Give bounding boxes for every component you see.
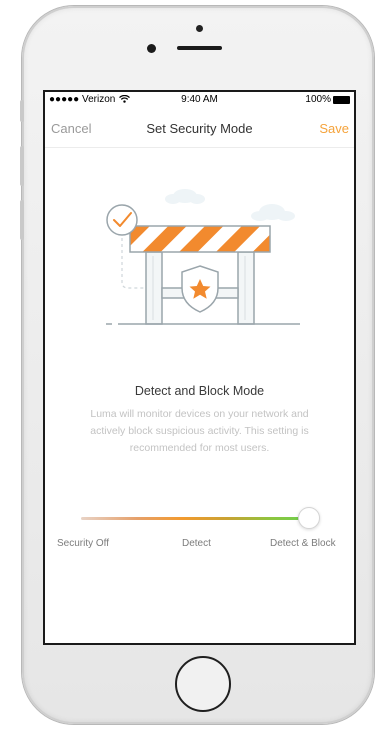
cloud-icon <box>165 189 205 204</box>
front-camera <box>147 44 156 53</box>
security-level-slider-track[interactable] <box>81 517 306 520</box>
page-title: Set Security Mode <box>146 121 253 136</box>
earpiece-speaker <box>177 46 222 50</box>
shield-star-icon <box>181 265 219 313</box>
save-button[interactable]: Save <box>319 121 349 136</box>
cloud-icon <box>251 204 295 221</box>
home-button[interactable] <box>175 656 231 712</box>
volume-down-button <box>20 200 24 240</box>
battery-icon <box>333 95 350 104</box>
mute-switch <box>20 100 24 122</box>
slider-label-detect-and-block[interactable]: Detect & Block <box>270 538 336 549</box>
mode-title: Detect and Block Mode <box>134 384 265 398</box>
proximity-sensor <box>196 25 203 32</box>
battery-percent: 100% <box>305 94 331 105</box>
slider-label-security-off[interactable]: Security Off <box>57 538 109 549</box>
checkmark-icon <box>106 204 138 236</box>
mode-description: Luma will monitor devices on your networ… <box>90 408 309 454</box>
screen: ●●●●● Verizon 9:40 AM 100% Cancel Set Se… <box>43 90 356 645</box>
status-bar: ●●●●● Verizon 9:40 AM 100% <box>45 92 354 108</box>
battery-indicator: 100% <box>305 94 350 105</box>
security-level-slider-thumb[interactable] <box>298 507 320 529</box>
slider-label-detect[interactable]: Detect <box>182 538 211 549</box>
barricade-illustration <box>106 189 300 325</box>
volume-up-button <box>20 146 24 186</box>
navigation-bar: Cancel Set Security Mode Save <box>45 108 354 148</box>
